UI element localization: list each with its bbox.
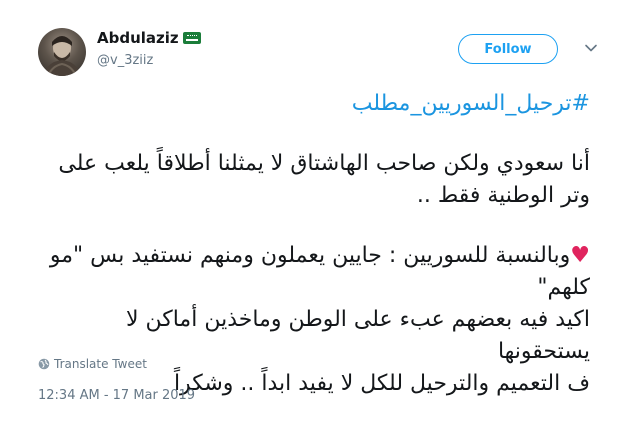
tweet-paragraph-2: ♥وبالنسبة للسوريين : جايين يعملون ومنهم … (30, 240, 590, 400)
hashtag-link[interactable]: #ترحيل_السوريين_مطلب (30, 88, 590, 120)
translate-tweet-label[interactable]: Translate Tweet (54, 357, 147, 371)
chevron-down-icon[interactable] (583, 40, 599, 56)
follow-button[interactable]: Follow (458, 34, 558, 64)
heart-emoji: ♥ (570, 243, 590, 268)
avatar[interactable] (38, 28, 86, 76)
globe-icon (38, 358, 50, 370)
user-name[interactable]: Abdulaziz (97, 29, 179, 47)
user-name-row[interactable]: Abdulaziz (97, 29, 201, 47)
tweet-card: Abdulaziz @v_3ziiz Follow #ترحيل_السوريي… (0, 0, 626, 421)
avatar-image (44, 36, 80, 76)
tweet-paragraph-2-text: وبالنسبة للسوريين : جايين يعملون ومنهم ن… (49, 243, 590, 396)
tweet-paragraph-1: أنا سعودي ولكن صاحب الهاشتاق لا يمثلنا أ… (58, 151, 590, 208)
saudi-flag-emoji (182, 32, 201, 44)
tweet-timestamp[interactable]: 12:34 AM - 17 Mar 2019 (38, 388, 195, 403)
translate-tweet-link[interactable]: Translate Tweet (38, 357, 147, 371)
user-handle[interactable]: @v_3ziiz (97, 53, 153, 68)
tweet-text: #ترحيل_السوريين_مطلب أنا سعودي ولكن صاحب… (30, 88, 590, 400)
